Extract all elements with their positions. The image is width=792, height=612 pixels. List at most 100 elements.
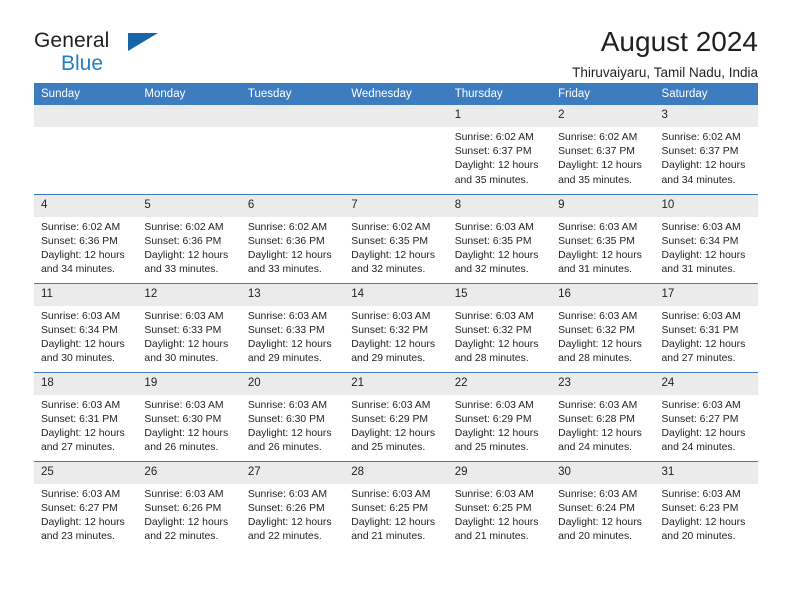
calendar-day-cell[interactable]: 19 Sunrise: 6:03 AM Sunset: 6:30 PM Dayligh… — [137, 371, 241, 461]
calendar-day-cell[interactable]: 24 Sunrise: 6:03 AM Sunset: 6:27 PM Dayligh… — [654, 371, 758, 461]
day-detail-daylight2: and 29 minutes. — [247, 353, 322, 365]
day-detail-daylight1: Daylight: 12 hours — [454, 160, 539, 172]
day-number — [240, 105, 345, 127]
calendar-day-cell[interactable]: 27 Sunrise: 6:03 AM Sunset: 6:26 PM Dayligh… — [240, 460, 345, 550]
calendar-day-cell[interactable]: 11 Sunrise: 6:03 AM Sunset: 6:34 PM Dayligh… — [34, 282, 138, 372]
calendar-day-cell[interactable]: 20 Sunrise: 6:03 AM Sunset: 6:30 PM Dayligh… — [240, 371, 345, 461]
day-details: Sunrise: 6:03 AM Sunset: 6:28 PM Daylight:… — [551, 395, 654, 456]
day-cell-inner: 8 Sunrise: 6:03 AM Sunset: 6:35 PM Daylight… — [447, 194, 552, 283]
day-number — [34, 105, 138, 127]
day-detail-daylight1: Daylight: 12 hours — [144, 516, 229, 528]
calendar-table: Sunday Monday Tuesday Wednesday Thursday… — [34, 83, 758, 550]
day-detail-daylight1: Daylight: 12 hours — [247, 427, 332, 439]
day-detail-daylight2: and 29 minutes. — [351, 353, 426, 365]
day-detail-sunset: Sunset: 6:31 PM — [661, 324, 739, 336]
day-detail-daylight1: Daylight: 12 hours — [454, 249, 539, 261]
calendar-day-cell[interactable]: 26 Sunrise: 6:03 AM Sunset: 6:26 PM Dayligh… — [137, 460, 241, 551]
day-detail-sunrise: Sunrise: 6:02 AM — [661, 132, 741, 143]
day-detail-sunset: Sunset: 6:26 PM — [247, 502, 325, 514]
day-detail-daylight1: Daylight: 12 hours — [41, 427, 125, 439]
calendar-day-cell[interactable]: 31 Sunrise: 6:03 AM Sunset: 6:23 PM Dayligh… — [654, 460, 758, 550]
day-detail-sunrise: Sunrise: 6:03 AM — [351, 310, 431, 322]
day-detail-sunset: Sunset: 6:24 PM — [558, 502, 635, 514]
day-detail-sunset: Sunset: 6:31 PM — [41, 413, 118, 425]
day-cell-inner: 16 Sunrise: 6:03 AM Sunset: 6:32 PM Dayligh… — [551, 283, 655, 372]
day-details: Sunrise: 6:03 AM Sunset: 6:31 PM Daylight:… — [34, 395, 137, 456]
day-details: Sunrise: 6:03 AM Sunset: 6:25 PM Daylight:… — [448, 484, 551, 545]
day-number: 11 — [34, 283, 138, 306]
day-detail-daylight2: and 34 minutes. — [41, 264, 115, 276]
day-cell-inner: 23 Sunrise: 6:03 AM Sunset: 6:28 PM Dayligh… — [551, 372, 655, 461]
day-details: Sunrise: 6:03 AM Sunset: 6:27 PM Daylight:… — [655, 395, 758, 456]
day-detail-daylight2: and 28 minutes. — [558, 353, 633, 365]
day-detail-sunrise: Sunrise: 6:03 AM — [558, 488, 638, 500]
day-detail-sunset: Sunset: 6:27 PM — [661, 413, 739, 425]
day-number: 1 — [447, 105, 552, 127]
calendar-day-cell[interactable]: 5 Sunrise: 6:02 AM Sunset: 6:36 PM Daylight… — [137, 193, 241, 283]
day-number: 4 — [34, 194, 138, 217]
calendar-day-cell[interactable]: 9 Sunrise: 6:03 AM Sunset: 6:35 PM Daylight… — [551, 193, 655, 283]
calendar-day-cell[interactable]: 28 Sunrise: 6:03 AM Sunset: 6:25 PM Dayligh… — [344, 460, 448, 550]
day-detail-sunset: Sunset: 6:25 PM — [351, 502, 429, 514]
day-number: 14 — [344, 283, 448, 306]
day-detail-daylight1: Daylight: 12 hours — [41, 338, 125, 350]
brand-logo[interactable]: General Blue — [34, 26, 234, 74]
calendar-day-cell[interactable]: 4 Sunrise: 6:02 AM Sunset: 6:36 PM Daylight… — [34, 193, 138, 283]
page-title: August 2024 — [600, 26, 758, 57]
calendar-day-cell[interactable]: 2 Sunrise: 6:02 AM Sunset: 6:37 PM Daylight… — [551, 105, 655, 194]
day-detail-daylight2: and 23 minutes. — [41, 531, 115, 543]
calendar-day-cell[interactable]: 6 Sunrise: 6:02 AM Sunset: 6:36 PM Daylight… — [240, 193, 345, 283]
day-cell-inner: 4 Sunrise: 6:02 AM Sunset: 6:36 PM Daylight… — [34, 194, 138, 283]
calendar-day-cell[interactable]: 7 Sunrise: 6:02 AM Sunset: 6:35 PM Daylight… — [344, 193, 448, 283]
day-cell-inner: 25 Sunrise: 6:03 AM Sunset: 6:27 PM Dayligh… — [34, 461, 138, 551]
day-cell-inner: 26 Sunrise: 6:03 AM Sunset: 6:26 PM Dayligh… — [137, 461, 241, 551]
calendar-cell-empty — [34, 105, 138, 194]
calendar-day-cell[interactable]: 15 Sunrise: 6:03 AM Sunset: 6:32 PM Dayligh… — [447, 282, 552, 372]
day-number: 10 — [654, 194, 758, 217]
page-location: Thiruvaiyaru, Tamil Nadu, India — [572, 65, 758, 80]
day-details: Sunrise: 6:03 AM Sunset: 6:32 PM Daylight:… — [551, 306, 654, 367]
calendar-day-cell[interactable]: 25 Sunrise: 6:03 AM Sunset: 6:27 PM Dayligh… — [34, 460, 138, 551]
day-detail-sunset: Sunset: 6:36 PM — [144, 235, 222, 247]
calendar-day-cell[interactable]: 8 Sunrise: 6:03 AM Sunset: 6:35 PM Daylight… — [447, 193, 552, 283]
day-detail-daylight1: Daylight: 12 hours — [661, 427, 746, 439]
day-cell-inner: 10 Sunrise: 6:03 AM Sunset: 6:34 PM Dayligh… — [654, 194, 758, 283]
calendar-week-row: 4 Sunrise: 6:02 AM Sunset: 6:36 PM Daylight… — [34, 193, 758, 283]
weekday-header-friday: Friday — [551, 83, 655, 105]
day-detail-sunrise: Sunrise: 6:03 AM — [144, 399, 224, 411]
day-detail-daylight2: and 22 minutes. — [144, 531, 219, 543]
day-detail-daylight2: and 25 minutes. — [351, 442, 426, 454]
calendar-day-cell[interactable]: 21 Sunrise: 6:03 AM Sunset: 6:29 PM Dayligh… — [344, 371, 448, 461]
day-details — [34, 127, 137, 131]
day-detail-daylight1: Daylight: 12 hours — [454, 427, 539, 439]
day-detail-sunset: Sunset: 6:29 PM — [454, 413, 532, 425]
calendar-week-row: 25 Sunrise: 6:03 AM Sunset: 6:27 PM Dayligh… — [34, 460, 758, 551]
calendar-day-cell[interactable]: 22 Sunrise: 6:03 AM Sunset: 6:29 PM Dayligh… — [447, 371, 552, 461]
day-detail-daylight2: and 31 minutes. — [661, 264, 736, 276]
day-cell-inner: 12 Sunrise: 6:03 AM Sunset: 6:33 PM Dayligh… — [137, 283, 241, 372]
calendar-day-cell[interactable]: 12 Sunrise: 6:03 AM Sunset: 6:33 PM Dayligh… — [137, 282, 241, 372]
day-detail-daylight2: and 24 minutes. — [558, 442, 633, 454]
day-cell-inner: 5 Sunrise: 6:02 AM Sunset: 6:36 PM Daylight… — [137, 194, 241, 283]
calendar-day-cell[interactable]: 17 Sunrise: 6:03 AM Sunset: 6:31 PM Dayligh… — [654, 282, 758, 372]
day-number: 8 — [447, 194, 552, 217]
calendar-day-cell[interactable]: 23 Sunrise: 6:03 AM Sunset: 6:28 PM Dayligh… — [551, 371, 655, 461]
calendar-day-cell[interactable]: 1 Sunrise: 6:02 AM Sunset: 6:37 PM Daylight… — [447, 105, 552, 194]
day-detail-sunrise: Sunrise: 6:03 AM — [454, 221, 534, 233]
day-details: Sunrise: 6:03 AM Sunset: 6:32 PM Daylight:… — [344, 306, 447, 367]
calendar-week-row: 18 Sunrise: 6:03 AM Sunset: 6:31 PM Dayligh… — [34, 371, 758, 461]
calendar-day-cell[interactable]: 3 Sunrise: 6:02 AM Sunset: 6:37 PM Daylight… — [654, 105, 758, 194]
calendar-day-cell[interactable]: 16 Sunrise: 6:03 AM Sunset: 6:32 PM Dayligh… — [551, 282, 655, 372]
day-number: 6 — [240, 194, 345, 217]
calendar-day-cell[interactable]: 30 Sunrise: 6:03 AM Sunset: 6:24 PM Dayligh… — [551, 460, 655, 550]
calendar-day-cell[interactable]: 18 Sunrise: 6:03 AM Sunset: 6:31 PM Dayligh… — [34, 371, 138, 461]
calendar-day-cell[interactable]: 14 Sunrise: 6:03 AM Sunset: 6:32 PM Dayligh… — [344, 282, 448, 372]
day-detail-daylight2: and 21 minutes. — [351, 531, 426, 543]
day-cell-inner: 29 Sunrise: 6:03 AM Sunset: 6:25 PM Dayligh… — [447, 461, 552, 551]
day-detail-daylight1: Daylight: 12 hours — [558, 249, 642, 261]
calendar-day-cell[interactable]: 13 Sunrise: 6:03 AM Sunset: 6:33 PM Dayligh… — [240, 282, 345, 372]
day-detail-sunrise: Sunrise: 6:03 AM — [558, 221, 638, 233]
calendar-day-cell[interactable]: 29 Sunrise: 6:03 AM Sunset: 6:25 PM Dayligh… — [447, 460, 552, 551]
calendar-day-cell[interactable]: 10 Sunrise: 6:03 AM Sunset: 6:34 PM Dayligh… — [654, 193, 758, 283]
day-detail-sunset: Sunset: 6:27 PM — [41, 502, 118, 514]
